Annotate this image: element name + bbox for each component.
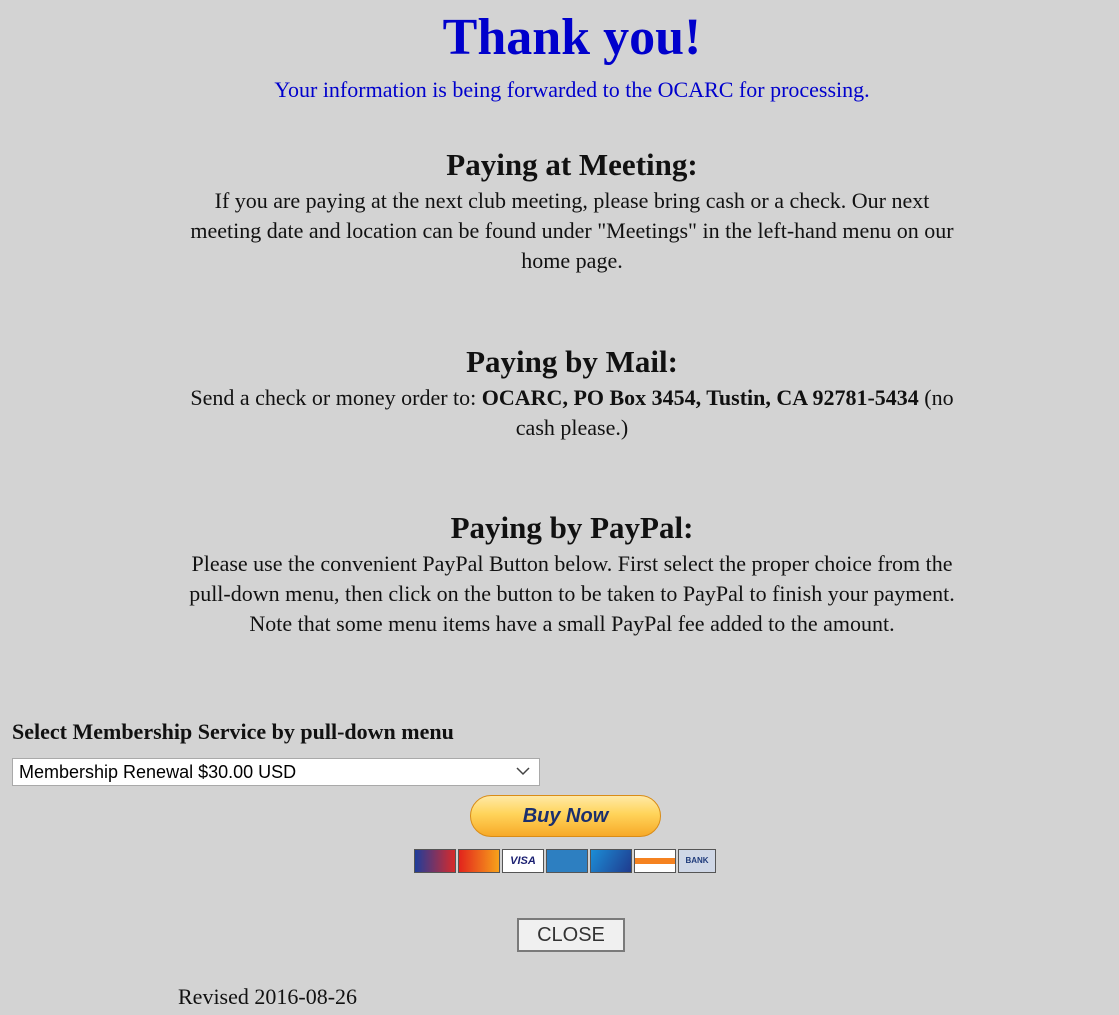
visa-card-icon: VISA — [502, 849, 544, 873]
discover-card-icon — [634, 849, 676, 873]
paying-by-mail-section: Paying by Mail: Send a check or money or… — [170, 343, 974, 443]
paying-by-mail-heading: Paying by Mail: — [466, 344, 678, 379]
revised-date: Revised 2016-08-26 — [178, 984, 358, 1009]
page-title: Thank you! — [442, 9, 702, 66]
close-button[interactable]: CLOSE — [517, 918, 625, 952]
mail-address: OCARC, PO Box 3454, Tustin, CA 92781-543… — [481, 385, 919, 410]
paypal-buy-now-button[interactable]: Buy Now — [470, 795, 661, 837]
paying-at-meeting-section: Paying at Meeting: If you are paying at … — [170, 146, 974, 276]
maestro-card-icon — [414, 849, 456, 873]
payment-card-logos: VISA BANK — [414, 849, 716, 873]
paying-by-paypal-heading: Paying by PayPal: — [450, 510, 694, 545]
paying-at-meeting-text: If you are paying at the next club meeti… — [190, 188, 954, 273]
bank-card-icon: BANK — [678, 849, 716, 873]
chevron-down-icon — [516, 767, 530, 776]
paying-at-meeting-heading: Paying at Meeting: — [446, 147, 698, 182]
selected-option: Membership Renewal $30.00 USD — [19, 762, 297, 782]
mastercard-card-icon — [458, 849, 500, 873]
discover-network-card-icon — [590, 849, 632, 873]
amex-card-icon — [546, 849, 588, 873]
paying-by-paypal-text: Please use the convenient PayPal Button … — [189, 551, 955, 636]
mail-text-prefix: Send a check or money order to: — [190, 385, 482, 410]
membership-select-label: Select Membership Service by pull-down m… — [12, 719, 454, 744]
thank-you-page: Thank you! Your information is being for… — [0, 0, 1119, 1015]
page-subtitle: Your information is being forwarded to t… — [274, 77, 870, 102]
paying-by-paypal-section: Paying by PayPal: Please use the conveni… — [170, 509, 974, 639]
membership-service-select[interactable]: Membership Renewal $30.00 USD — [12, 758, 540, 786]
paying-by-mail-text: Send a check or money order to: OCARC, P… — [177, 383, 967, 443]
